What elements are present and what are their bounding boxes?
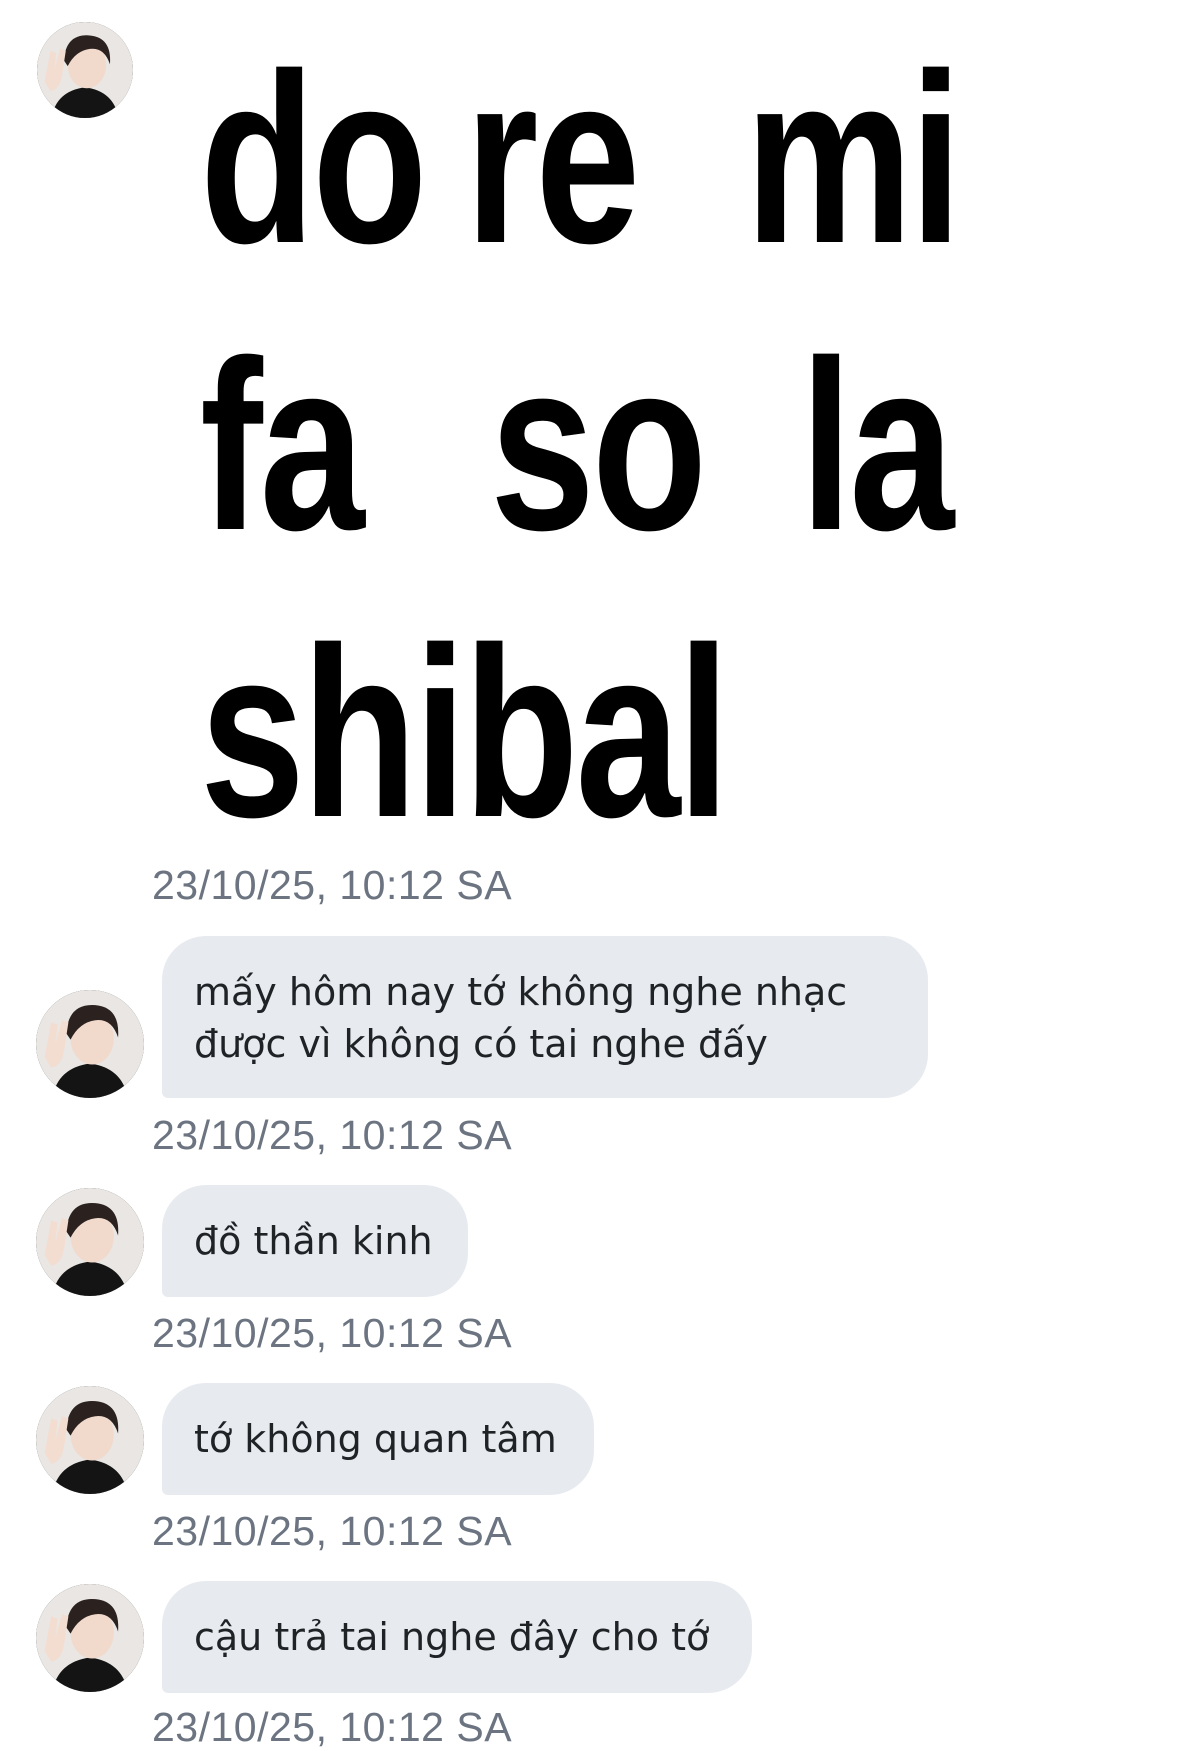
profile-photo-avatar-icon <box>36 1188 144 1296</box>
meme-word-fa: fa <box>200 311 365 581</box>
meme-word-re: re <box>465 24 640 294</box>
meme-word-mi: mi <box>745 24 962 294</box>
profile-photo-avatar-icon <box>36 990 144 1098</box>
sender-avatar[interactable] <box>36 1188 144 1296</box>
sender-avatar[interactable] <box>37 22 133 118</box>
sender-avatar[interactable] <box>36 990 144 1098</box>
sender-avatar[interactable] <box>36 1386 144 1494</box>
message-bubble[interactable]: tớ không quan tâm <box>162 1383 594 1495</box>
meme-word-la: la <box>800 311 954 581</box>
message-timestamp: 23/10/25, 10:12 SA <box>152 862 513 908</box>
meme-word-so: so <box>490 311 707 581</box>
image-message[interactable]: do re mi fa so la shibal <box>160 24 980 854</box>
message-bubble[interactable]: đồ thần kinh <box>162 1185 468 1297</box>
meme-word-shibal: shibal <box>200 598 730 868</box>
profile-photo-avatar-icon <box>36 1584 144 1692</box>
profile-photo-avatar-icon <box>37 22 133 118</box>
sender-avatar[interactable] <box>36 1584 144 1692</box>
message-timestamp: 23/10/25, 10:12 SA <box>152 1112 513 1158</box>
message-bubble[interactable]: cậu trả tai nghe đây cho tớ <box>162 1581 752 1693</box>
message-bubble[interactable]: mấy hôm nay tớ không nghe nhạc được vì k… <box>162 936 928 1098</box>
meme-word-do: do <box>200 24 427 294</box>
profile-photo-avatar-icon <box>36 1386 144 1494</box>
message-timestamp: 23/10/25, 10:12 SA <box>152 1508 513 1554</box>
message-timestamp: 23/10/25, 10:12 SA <box>152 1310 513 1356</box>
